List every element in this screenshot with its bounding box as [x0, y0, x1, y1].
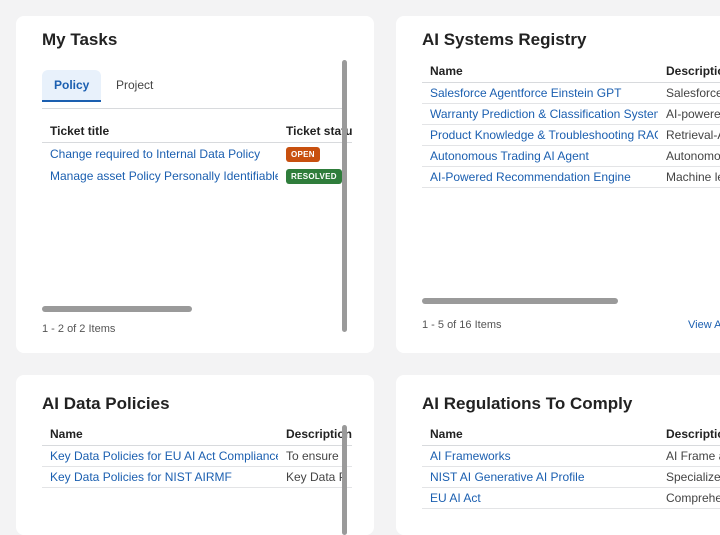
my-tasks-title: My Tasks — [42, 30, 118, 49]
table-row: NIST AI Generative AI Profile Specialize — [422, 466, 720, 488]
ai-systems-registry-card: AI Systems Registry Name Description Sal… — [396, 16, 720, 353]
system-name-link[interactable]: Autonomous Trading AI Agent — [422, 145, 658, 167]
table-row: Manage asset Policy Personally Identifia… — [42, 165, 352, 187]
table-row: Salesforce Agentforce Einstein GPT Sales… — [422, 82, 720, 104]
system-name-link[interactable]: AI-Powered Recommendation Engine — [422, 166, 658, 188]
status-cell: OPEN — [278, 143, 352, 166]
policy-name-link[interactable]: Key Data Policies for EU AI Act Complian… — [42, 445, 278, 467]
table-row: Change required to Internal Data Policy … — [42, 143, 352, 166]
column-header-ticket-status[interactable]: Ticket status — [278, 120, 352, 143]
table-row: AI Frameworks AI Frame a — [422, 445, 720, 467]
pagination-info: 1 - 5 of 16 Items — [422, 319, 502, 331]
column-header-name[interactable]: Name — [42, 423, 278, 446]
registry-title: AI Systems Registry — [422, 30, 587, 49]
regulation-description: AI Frame a — [658, 445, 720, 467]
policy-description: To ensure — [278, 445, 352, 467]
system-description: AI-powered — [658, 103, 720, 125]
status-cell: RESOLVED — [278, 165, 352, 187]
table-row: Key Data Policies for EU AI Act Complian… — [42, 445, 352, 467]
vertical-scrollbar[interactable] — [342, 60, 347, 332]
tab-policy[interactable]: Policy — [42, 70, 102, 102]
horizontal-scrollbar[interactable] — [422, 298, 618, 304]
ticket-title-link[interactable]: Change required to Internal Data Policy — [42, 143, 278, 166]
policy-name-link[interactable]: Key Data Policies for NIST AIRMF — [42, 466, 278, 488]
column-header-name[interactable]: Name — [422, 423, 658, 446]
status-badge-open: OPEN — [286, 147, 320, 162]
table-header-row: Name Description — [422, 60, 720, 83]
system-description: Autonomo — [658, 145, 720, 167]
registry-table: Name Description Salesforce Agentforce E… — [422, 60, 720, 188]
policies-table: Name Description Key Data Policies for E… — [42, 423, 352, 488]
column-header-description[interactable]: Description — [278, 423, 352, 446]
regulations-title: AI Regulations To Comply — [422, 394, 633, 413]
system-name-link[interactable]: Product Knowledge & Troubleshooting RAG — [422, 124, 658, 146]
table-row: Autonomous Trading AI Agent Autonomo — [422, 145, 720, 167]
my-tasks-card: My Tasks Policy Project Ticket title Tic… — [16, 16, 374, 353]
policies-title: AI Data Policies — [42, 394, 170, 413]
view-all-link[interactable]: View A — [688, 319, 720, 331]
table-row: Product Knowledge & Troubleshooting RAG … — [422, 124, 720, 146]
table-row: AI-Powered Recommendation Engine Machine… — [422, 166, 720, 188]
table-header-row: Name Description — [422, 423, 720, 446]
column-header-description[interactable]: Description — [658, 60, 720, 83]
regulation-name-link[interactable]: AI Frameworks — [422, 445, 658, 467]
regulation-description: Comprehe — [658, 487, 720, 509]
regulation-name-link[interactable]: NIST AI Generative AI Profile — [422, 466, 658, 488]
table-header-row: Ticket title Ticket status — [42, 120, 352, 143]
tasks-table: Ticket title Ticket status Change requir… — [42, 120, 352, 187]
regulation-description: Specialize — [658, 466, 720, 488]
ai-regulations-card: AI Regulations To Comply Name Descriptio… — [396, 375, 720, 535]
table-row: Warranty Prediction & Classification Sys… — [422, 103, 720, 125]
system-description: Salesforce — [658, 82, 720, 104]
status-badge-resolved: RESOLVED — [286, 169, 342, 184]
table-header-row: Name Description — [42, 423, 352, 446]
column-header-description[interactable]: Description — [658, 423, 720, 446]
tab-project[interactable]: Project — [104, 70, 165, 100]
vertical-scrollbar[interactable] — [342, 425, 347, 535]
my-tasks-tabs: Policy Project — [42, 70, 342, 109]
horizontal-scrollbar[interactable] — [42, 306, 192, 312]
policy-description: Key Data P — [278, 466, 352, 488]
regulation-name-link[interactable]: EU AI Act — [422, 487, 658, 509]
system-name-link[interactable]: Warranty Prediction & Classification Sys… — [422, 103, 658, 125]
pagination-info: 1 - 2 of 2 Items — [42, 323, 116, 335]
ai-data-policies-card: AI Data Policies Name Description Key Da… — [16, 375, 374, 535]
system-name-link[interactable]: Salesforce Agentforce Einstein GPT — [422, 82, 658, 104]
regulations-table: Name Description AI Frameworks AI Frame … — [422, 423, 720, 509]
system-description: Machine le — [658, 166, 720, 188]
system-description: Retrieval-A — [658, 124, 720, 146]
table-row: EU AI Act Comprehe — [422, 487, 720, 509]
table-row: Key Data Policies for NIST AIRMF Key Dat… — [42, 466, 352, 488]
ticket-title-link[interactable]: Manage asset Policy Personally Identifia… — [42, 165, 278, 187]
column-header-name[interactable]: Name — [422, 60, 658, 83]
column-header-ticket-title[interactable]: Ticket title — [42, 120, 278, 143]
